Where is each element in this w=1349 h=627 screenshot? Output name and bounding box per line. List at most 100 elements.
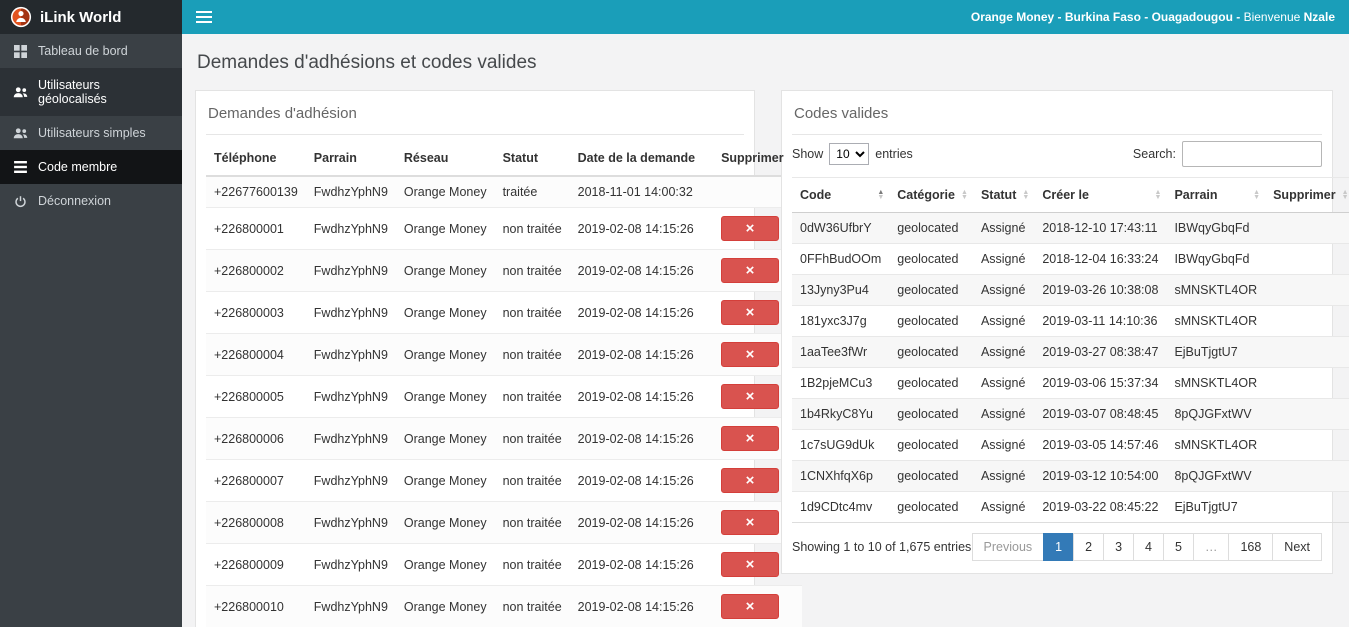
- cell-statut: Assigné: [972, 491, 1035, 523]
- page-button-168[interactable]: 168: [1228, 533, 1274, 561]
- table-row: +226800005 FwdhzYphN9 Orange Money non trai…: [206, 375, 802, 418]
- cell-code: 13Jyny3Pu4: [792, 274, 890, 306]
- cell: non traitée: [494, 543, 570, 586]
- sidebar-nav: Tableau de bord Utilisateurs géolocalisés…: [0, 34, 182, 218]
- delete-button[interactable]: ×: [721, 552, 780, 577]
- delete-icon: ×: [745, 262, 755, 279]
- cell-parrain: EjBuTjgtU7: [1166, 491, 1266, 523]
- panels-row: Demandes d'adhésion Téléphone Parrain Rése…: [195, 90, 1349, 627]
- search-control: Search:: [1133, 141, 1322, 167]
- cell-statut: Assigné: [972, 305, 1035, 337]
- page-content: Demandes d'adhésions et codes valides De…: [182, 34, 1349, 627]
- delete-button[interactable]: ×: [721, 510, 780, 535]
- sidebar: iLink World Tableau de bord Utilisateurs …: [0, 0, 182, 627]
- cell-creer-le: 2019-03-12 10:54:00: [1034, 460, 1167, 492]
- column-header-telephone: Téléphone: [206, 141, 306, 177]
- cell-supprimer: [1265, 429, 1349, 461]
- dashboard-icon: [13, 44, 28, 58]
- cell-categorie: geolocated: [897, 221, 959, 235]
- page-button-2[interactable]: 2: [1073, 533, 1105, 561]
- page-button-4[interactable]: 4: [1133, 533, 1164, 561]
- delete-icon: ×: [745, 556, 755, 573]
- sidebar-item-deconnexion[interactable]: Déconnexion: [0, 184, 182, 218]
- page-button-current[interactable]: 1: [1043, 533, 1075, 561]
- sort-icon: ▲ ▼: [1154, 189, 1162, 201]
- sidebar-item-utilisateurs-geolocalises[interactable]: Utilisateurs géolocalisés: [0, 68, 182, 116]
- codes-panel-title: Codes valides: [792, 101, 1322, 135]
- delete-button[interactable]: ×: [721, 468, 780, 493]
- column-header-supprimer[interactable]: Supprimer ▲ ▼: [1265, 177, 1349, 213]
- cell: FwdhzYphN9: [305, 291, 396, 334]
- cell: FwdhzYphN9: [305, 585, 396, 627]
- column-header-parrain[interactable]: Parrain ▲ ▼: [1166, 177, 1266, 213]
- cell-supprimer: [1265, 367, 1349, 399]
- column-header-creer-le[interactable]: Créer le ▲ ▼: [1034, 177, 1167, 213]
- column-header-categorie[interactable]: Catégorie ▲ ▼: [889, 177, 973, 213]
- cell: +226800008: [206, 501, 306, 544]
- adhesions-panel-title: Demandes d'adhésion: [206, 101, 744, 135]
- cell: 2019-02-08 14:15:26: [569, 249, 714, 292]
- page-button-next[interactable]: Next: [1272, 533, 1322, 561]
- column-label: Supprimer: [1273, 188, 1336, 202]
- cell: non traitée: [494, 459, 570, 502]
- column-header-code[interactable]: Code ▲ ▼: [792, 177, 890, 213]
- cell-parrain: 8pQJGFxtWV: [1166, 398, 1266, 430]
- codes-panel: Codes valides Show 10 entries Search: Co…: [781, 90, 1349, 574]
- topbar-username: Nzale: [1303, 10, 1335, 24]
- cell: FwdhzYphN9: [305, 501, 396, 544]
- search-input[interactable]: [1182, 141, 1322, 167]
- delete-button[interactable]: ×: [721, 258, 780, 283]
- column-header-statut[interactable]: Statut ▲ ▼: [972, 177, 1035, 213]
- cell-statut: Assigné: [972, 398, 1035, 430]
- table-row: +226800007 FwdhzYphN9 Orange Money non trai…: [206, 459, 802, 502]
- column-label: Parrain: [1174, 188, 1218, 202]
- users-icon: [13, 86, 28, 98]
- cell-code: 1b4RkyC8Yu: [792, 398, 890, 430]
- cell: +226800010: [206, 585, 306, 627]
- delete-button[interactable]: ×: [721, 426, 780, 451]
- cell-categorie: geolocated: [889, 460, 973, 492]
- cell: +226800006: [206, 417, 306, 460]
- globe-logo-icon: [10, 6, 32, 28]
- table-row: +226800002 FwdhzYphN9 Orange Money non trai…: [206, 249, 802, 292]
- cell-statut: Assigné: [972, 429, 1035, 461]
- delete-icon: ×: [745, 472, 755, 489]
- delete-icon: ×: [745, 388, 755, 405]
- table-row: +226800003 FwdhzYphN9 Orange Money non trai…: [206, 291, 802, 334]
- delete-button[interactable]: ×: [721, 384, 780, 409]
- delete-button[interactable]: ×: [721, 216, 780, 241]
- sidebar-item-code-membre[interactable]: Code membre: [0, 150, 182, 184]
- sidebar-item-tableau-de-bord[interactable]: Tableau de bord: [0, 34, 182, 68]
- delete-button[interactable]: ×: [721, 594, 780, 619]
- sidebar-item-label: Utilisateurs géolocalisés: [38, 78, 107, 106]
- table-row: 1d9CDtc4mv geolocated Assigné 2019-03-22 08…: [792, 491, 1349, 523]
- cell: 2019-02-08 14:15:26: [569, 375, 714, 418]
- cell-creer-le: 2019-03-07 08:48:45: [1034, 398, 1167, 430]
- page-size-select[interactable]: 10: [829, 143, 870, 165]
- delete-icon: ×: [745, 220, 755, 237]
- sort-icon: ▲ ▼: [877, 189, 885, 201]
- cell-creer-le: 2019-03-26 10:38:08: [1034, 274, 1167, 306]
- sidebar-item-utilisateurs-simples[interactable]: Utilisateurs simples: [0, 116, 182, 150]
- page-button-5[interactable]: 5: [1162, 533, 1194, 561]
- page-button-previous[interactable]: Previous: [971, 533, 1045, 561]
- page-button-3[interactable]: 3: [1103, 533, 1135, 561]
- cell-categorie: geolocated: [889, 398, 973, 430]
- cell: 2019-02-08 14:15:26: [569, 543, 714, 586]
- table-row: +226800006 FwdhzYphN9 Orange Money non trai…: [206, 417, 802, 460]
- cell: non traitée: [494, 291, 570, 334]
- cell: FwdhzYphN9: [313, 185, 388, 199]
- cell-parrain: IBWqyGbqFd: [1166, 243, 1266, 275]
- cell-supprimer: [1265, 460, 1349, 492]
- brand[interactable]: iLink World: [0, 0, 182, 34]
- hamburger-icon[interactable]: [196, 11, 212, 23]
- cell-categorie: geolocated: [889, 429, 973, 461]
- column-header-statut: Statut: [494, 141, 570, 177]
- cell: FwdhzYphN9: [305, 375, 396, 418]
- cell: FwdhzYphN9: [305, 543, 396, 586]
- cell-statut: Assigné: [972, 336, 1035, 368]
- delete-button[interactable]: ×: [721, 300, 780, 325]
- cell: Orange Money: [395, 375, 495, 418]
- delete-button[interactable]: ×: [721, 342, 780, 367]
- cell-supprimer: [1265, 491, 1349, 523]
